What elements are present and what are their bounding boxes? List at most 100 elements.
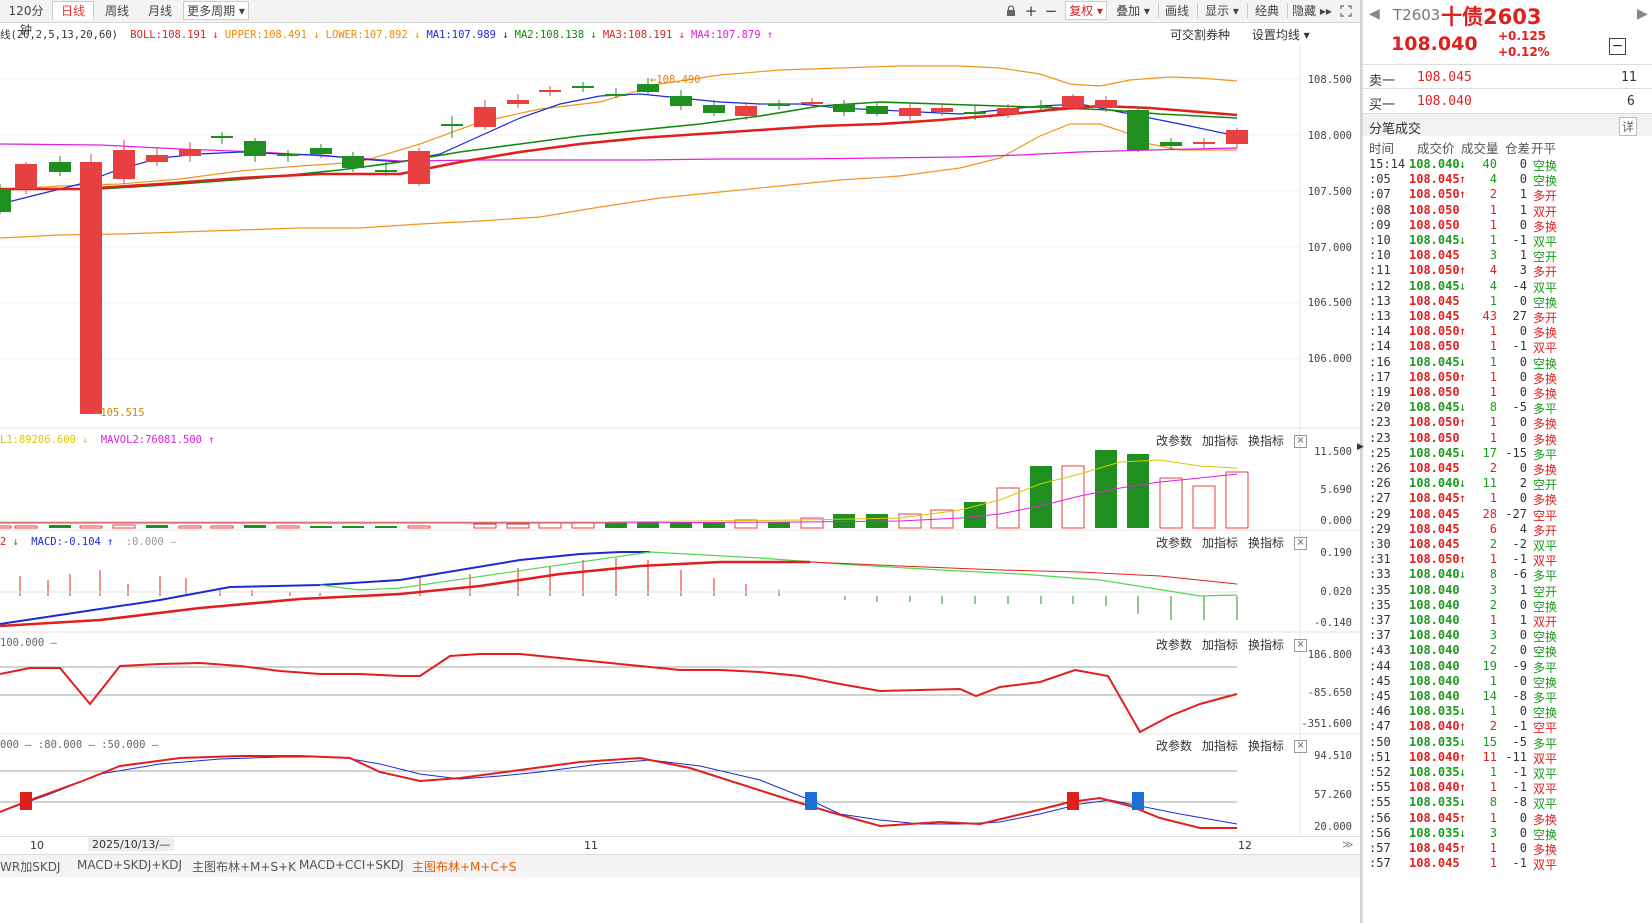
tick-oi-change: -6 <box>1512 567 1527 582</box>
period-day-tab[interactable]: 日线 <box>52 1 94 20</box>
tick-oi-change: 0 <box>1519 704 1527 719</box>
period-week-tab[interactable]: 周线 <box>97 1 137 20</box>
candle-body <box>507 100 529 104</box>
switch-indicator-button[interactable]: 换指标 <box>1248 536 1284 550</box>
tick-time: :43 <box>1369 643 1391 658</box>
expand-icon[interactable] <box>1337 1 1355 20</box>
template-tab[interactable]: MACD+SKDJ+KDJ <box>77 858 182 872</box>
tick-time: :23 <box>1369 430 1391 445</box>
tick-price: 108.045 <box>1409 309 1460 323</box>
tick-volume: 1 <box>1489 430 1497 445</box>
splitter-arrow-icon[interactable]: ▶ <box>1357 442 1364 452</box>
display-dropdown[interactable]: 显示 ▾ <box>1200 1 1244 20</box>
macd-legend-item: 2 ↓ <box>0 536 19 548</box>
close-icon[interactable]: × <box>1294 740 1308 753</box>
tick-oi-change: -5 <box>1512 734 1527 749</box>
tick-arrow: ↑ <box>1459 172 1467 187</box>
tick-volume: 1 <box>1489 233 1497 247</box>
edit-params-button[interactable]: 改参数 <box>1156 638 1192 652</box>
tick-price: 108.050 <box>1409 217 1460 232</box>
switch-indicator-button[interactable]: 换指标 <box>1248 434 1284 448</box>
price-axis-label: 106.000 <box>1307 353 1352 365</box>
kdj-golden-cross-marker <box>20 792 32 810</box>
candle-body <box>1160 142 1182 146</box>
tick-time: :09 <box>1369 217 1391 232</box>
edit-params-button[interactable]: 改参数 <box>1156 739 1192 753</box>
splitter[interactable] <box>1361 0 1363 923</box>
set-ma-dropdown[interactable]: 设置均线 ▾ <box>1252 28 1310 42</box>
tick-oi-change: -11 <box>1505 749 1527 764</box>
collapse-icon[interactable]: − <box>1609 38 1626 55</box>
close-icon[interactable]: × <box>1294 639 1308 652</box>
mavol2-value: MAVOL2:76081.500 ↑ <box>100 434 215 446</box>
tick-time: :35 <box>1369 597 1391 612</box>
close-icon[interactable]: × <box>1294 435 1308 448</box>
template-tab[interactable]: 主图布林+M+S+K <box>192 858 296 875</box>
tick-oi-change: 0 <box>1519 369 1527 384</box>
next-contract-icon[interactable]: ▶ <box>1637 6 1648 22</box>
tick-volume: 2 <box>1489 643 1497 658</box>
period-month-tab[interactable]: 月线 <box>140 1 180 20</box>
tick-volume: 40 <box>1482 157 1497 171</box>
adjust-rights-dropdown[interactable]: 复权 ▾ <box>1065 1 1107 20</box>
main-legend-item: MA1:107.989 ↓ <box>426 29 509 41</box>
tick-row: :56 108.045 ↑ 1 0 多换 <box>1361 811 1652 827</box>
zoom-out-button[interactable]: − <box>1042 1 1060 20</box>
tick-time: 15:14 <box>1369 157 1406 171</box>
tick-price: 108.045 <box>1409 491 1460 506</box>
tick-price: 108.035 <box>1409 765 1460 779</box>
cci-line <box>0 653 1238 734</box>
prev-contract-icon[interactable]: ◀ <box>1369 6 1380 22</box>
switch-indicator-button[interactable]: 换指标 <box>1248 638 1284 652</box>
candle-body <box>408 151 430 184</box>
tick-price: 108.050 <box>1409 324 1460 339</box>
detail-button[interactable]: 详 <box>1619 117 1638 136</box>
col-oi-change: 仓差 <box>1505 141 1531 156</box>
candle-body <box>49 162 71 172</box>
candle-body <box>375 170 397 172</box>
deliverable-bonds-link[interactable]: 可交割券种 <box>1170 28 1230 42</box>
tick-price: 108.040 <box>1409 673 1460 688</box>
candle-body <box>1193 142 1215 144</box>
template-tab[interactable]: MACD+CCI+SKDJ <box>299 858 404 872</box>
tick-volume: 14 <box>1482 689 1497 703</box>
template-tab[interactable]: WR加SKDJ <box>0 858 60 875</box>
tick-row: :44 108.040 19 -9 多平 <box>1361 658 1652 675</box>
period-120min-tab[interactable]: 120分钟 <box>2 1 50 37</box>
add-indicator-button[interactable]: 加指标 <box>1202 434 1238 448</box>
close-icon[interactable]: × <box>1294 537 1308 550</box>
tick-oi-change: 0 <box>1519 491 1527 506</box>
add-indicator-button[interactable]: 加指标 <box>1202 638 1238 652</box>
kdj-golden-cross-marker <box>1067 792 1079 810</box>
edit-params-button[interactable]: 改参数 <box>1156 434 1192 448</box>
add-indicator-button[interactable]: 加指标 <box>1202 739 1238 753</box>
tick-time: :57 <box>1369 856 1391 871</box>
tick-arrow: ↓ <box>1459 765 1467 779</box>
more-periods-dropdown[interactable]: 更多周期 ▾ <box>183 1 249 20</box>
macd-axis-label: -0.140 <box>1314 617 1352 629</box>
tick-oi-change: 0 <box>1519 430 1527 445</box>
zoom-in-button[interactable]: + <box>1022 1 1040 20</box>
hide-button[interactable]: 隐藏 ▸▸ <box>1290 1 1334 20</box>
tick-price: 108.040 <box>1409 689 1460 703</box>
draw-line-button[interactable]: 画线 <box>1160 1 1194 20</box>
tick-row: :29 108.045 28 -27 空平 <box>1361 507 1652 523</box>
tick-price: 108.040 <box>1409 582 1460 597</box>
tick-row: :10 108.045 ↓ 1 -1 双平 <box>1361 233 1652 249</box>
tick-oi-change: -1 <box>1512 856 1527 871</box>
switch-indicator-button[interactable]: 换指标 <box>1248 739 1284 753</box>
edit-params-button[interactable]: 改参数 <box>1156 536 1192 550</box>
overlay-dropdown[interactable]: 叠加 ▾ <box>1112 1 1154 20</box>
main-legend-item: LOWER:107.892 ↓ <box>325 29 421 41</box>
lock-icon[interactable] <box>1002 1 1020 20</box>
tick-oi-change: -9 <box>1512 658 1527 673</box>
template-tab-active[interactable]: 主图布林+M+C+S <box>412 858 517 875</box>
tick-price: 108.050 <box>1409 369 1460 384</box>
tick-price: 108.040 <box>1409 628 1460 643</box>
tick-oi-change: -1 <box>1512 233 1527 247</box>
scroll-right-icon[interactable]: ≫ <box>1342 838 1354 851</box>
main-legend-item: MA3:108.191 ↓ <box>602 29 686 41</box>
classic-button[interactable]: 经典 <box>1250 1 1284 20</box>
date-axis-label: 10 <box>30 839 44 852</box>
add-indicator-button[interactable]: 加指标 <box>1202 536 1238 550</box>
